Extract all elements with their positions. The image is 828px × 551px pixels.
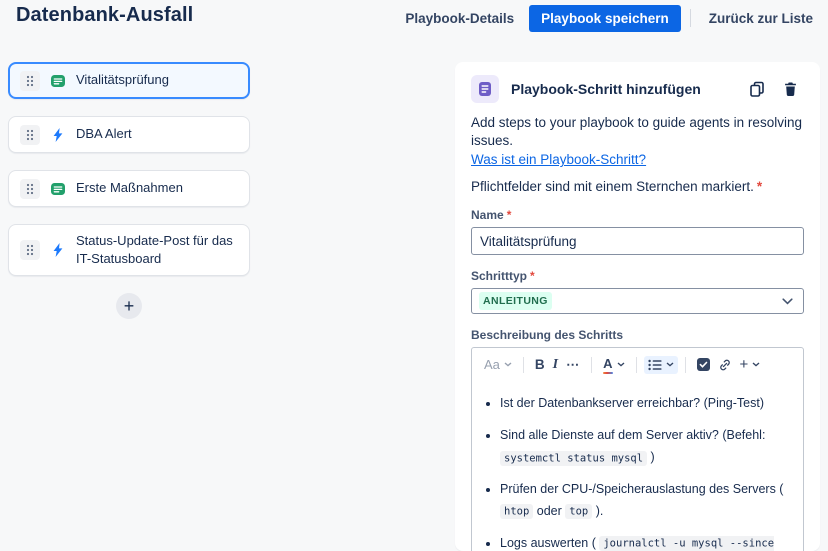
help-link[interactable]: Was ist ein Playbook-Schritt? xyxy=(471,152,646,167)
step-label: Vitalitätsprüfung xyxy=(76,72,169,88)
steps-column: Vitalitätsprüfung DBA Alert Erste Maßnahme… xyxy=(8,62,250,320)
back-to-list-button[interactable]: Zurück zur Liste xyxy=(700,6,822,31)
editor-toolbar: Aa B I ⋯ A + xyxy=(472,348,803,379)
header-divider xyxy=(689,9,691,27)
step-type-label: Schritttyp * xyxy=(471,269,535,284)
page-title: Datenbank-Ausfall xyxy=(16,4,194,26)
step-label: Erste Maßnahmen xyxy=(76,180,183,196)
panel-header: Playbook-Schritt hinzufügen xyxy=(471,75,804,103)
checkbox-icon xyxy=(696,358,710,372)
name-input[interactable] xyxy=(471,227,804,256)
step-label: DBA Alert xyxy=(76,126,132,142)
link-button[interactable] xyxy=(714,355,736,375)
description-list: Ist der Datenbankserver erreichbar? (Pin… xyxy=(476,393,793,551)
bold-button[interactable]: B xyxy=(531,354,549,375)
playbook-save-button[interactable]: Playbook speichern xyxy=(529,4,681,32)
step-type-badge: ANLEITUNG xyxy=(479,292,552,311)
trash-icon xyxy=(785,82,796,96)
step-card[interactable]: Erste Maßnahmen xyxy=(8,170,250,207)
header-actions: Playbook-Details Playbook speichern Zurü… xyxy=(396,4,822,32)
copy-icon xyxy=(750,81,764,97)
text-color-button[interactable]: A xyxy=(599,353,628,376)
add-step-button[interactable]: + xyxy=(116,293,142,320)
required-note: Pflichtfelder sind mit einem Sternchen m… xyxy=(471,179,804,194)
chevron-down-icon xyxy=(504,362,512,367)
playbook-editor-page: Datenbank-Ausfall Playbook-Details Playb… xyxy=(0,0,828,551)
text-style-button[interactable]: Aa xyxy=(480,354,516,375)
description-bullet: Ist der Datenbankserver erreichbar? (Pin… xyxy=(500,393,793,415)
drag-handle-icon xyxy=(26,129,34,140)
instruction-step-icon xyxy=(51,74,65,87)
list-button[interactable] xyxy=(643,355,678,374)
playbook-details-button[interactable]: Playbook-Details xyxy=(396,6,523,31)
step-type-select[interactable]: ANLEITUNG xyxy=(471,288,804,315)
task-list-button[interactable] xyxy=(693,355,714,374)
toolbar-divider xyxy=(591,356,593,373)
toolbar-divider xyxy=(635,356,637,373)
text-color-icon: A xyxy=(603,356,613,375)
italic-button[interactable]: I xyxy=(549,354,562,376)
drag-handle[interactable] xyxy=(20,240,40,261)
chevron-down-icon xyxy=(617,362,624,367)
required-asterisk: * xyxy=(756,179,763,195)
step-card[interactable]: DBA Alert xyxy=(8,116,250,153)
required-note-text: Pflichtfelder sind mit einem Sternchen m… xyxy=(471,179,754,195)
drag-handle-icon xyxy=(26,75,34,86)
required-asterisk: * xyxy=(506,208,512,223)
intro-text: Add steps to your playbook to guide agen… xyxy=(471,115,802,149)
description-bullet: Sind alle Dienste auf dem Server aktiv? … xyxy=(500,425,793,469)
delete-step-button[interactable] xyxy=(781,79,800,99)
link-icon xyxy=(719,359,730,371)
chevron-down-icon xyxy=(782,298,793,305)
description-bullet: Prüfen der CPU-/Speicherauslastung des S… xyxy=(500,479,793,523)
drag-handle[interactable] xyxy=(20,70,40,91)
toolbar-divider xyxy=(522,356,524,373)
step-card[interactable]: Vitalitätsprüfung xyxy=(8,62,250,99)
description-label: Beschreibung des Schritts xyxy=(471,328,624,343)
drag-handle[interactable] xyxy=(20,124,40,145)
panel-actions xyxy=(747,79,804,99)
step-card[interactable]: Status-Update-Post für das IT-Statusboar… xyxy=(8,224,250,277)
drag-handle[interactable] xyxy=(20,178,40,199)
automation-step-icon xyxy=(53,243,63,258)
description-editor: Aa B I ⋯ A + Ist der Datenbankserver err… xyxy=(471,347,804,551)
step-editor-panel: Playbook-Schritt hinzufügen Add steps to… xyxy=(455,62,820,551)
description-content[interactable]: Ist der Datenbankserver erreichbar? (Pin… xyxy=(472,379,803,551)
description-bullet: Logs auswerten ( journalctl -u mysql --s… xyxy=(500,533,793,551)
step-list: Vitalitätsprüfung DBA Alert Erste Maßnahme… xyxy=(8,62,250,277)
step-label: Status-Update-Post für das IT-Statusboar… xyxy=(76,233,233,267)
panel-title: Playbook-Schritt hinzufügen xyxy=(511,81,701,97)
copy-step-button[interactable] xyxy=(747,79,767,99)
required-asterisk: * xyxy=(530,269,535,284)
playbook-step-icon xyxy=(471,75,499,103)
insert-button[interactable]: + xyxy=(736,353,765,376)
chevron-down-icon xyxy=(752,362,760,367)
instruction-step-icon xyxy=(51,182,65,195)
chevron-down-icon xyxy=(666,362,673,367)
more-formatting-button[interactable]: ⋯ xyxy=(562,354,584,376)
automation-step-icon xyxy=(53,127,63,142)
drag-handle-icon xyxy=(26,183,34,194)
toolbar-divider xyxy=(684,356,686,373)
name-label: Name * xyxy=(471,208,512,223)
drag-handle-icon xyxy=(26,245,34,256)
bullet-list-icon xyxy=(647,359,662,371)
